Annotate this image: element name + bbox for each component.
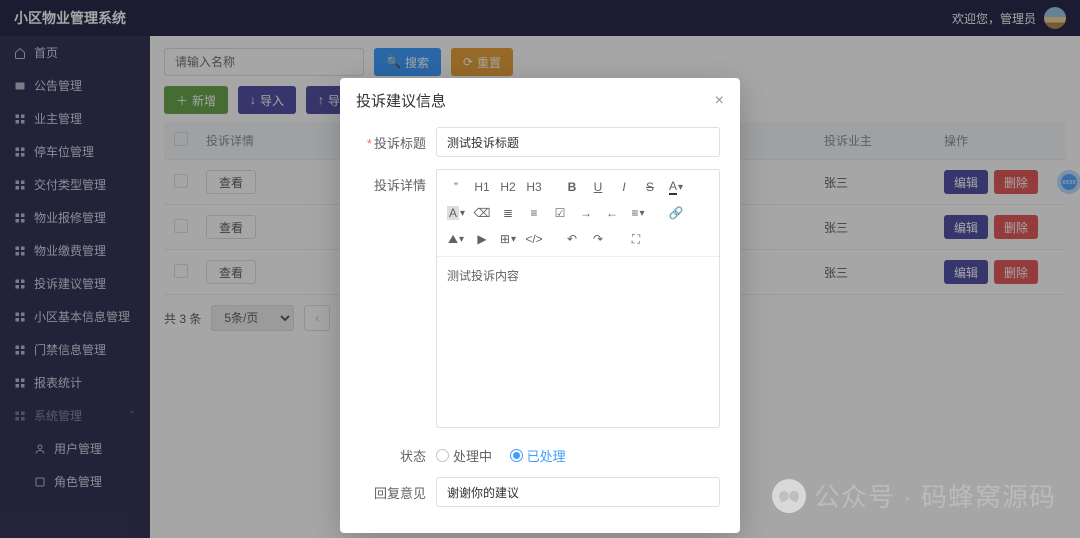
label-status: 状态 xyxy=(400,449,426,464)
editor-table-icon[interactable]: ⊞▾ xyxy=(495,226,521,252)
editor-h3-icon[interactable]: H3 xyxy=(521,174,547,200)
editor-bold-icon[interactable]: B xyxy=(559,174,585,200)
status-processing-radio[interactable]: 处理中 xyxy=(436,446,492,465)
editor-ul-icon[interactable]: ≡ xyxy=(521,200,547,226)
modal-title: 投诉建议信息 xyxy=(356,90,446,111)
editor-italic-icon[interactable]: I xyxy=(611,174,637,200)
editor-align-icon[interactable]: ≡▾ xyxy=(625,200,651,226)
editor-link-icon[interactable]: 🔗 xyxy=(663,200,689,226)
editor-code-icon[interactable]: </> xyxy=(521,226,547,252)
editor-quote-icon[interactable]: ” xyxy=(443,174,469,200)
complaint-modal: 投诉建议信息 × *投诉标题 投诉详情 ” H1 H2 H3 B U xyxy=(340,78,740,533)
editor-bg-color-icon[interactable]: A▾ xyxy=(443,200,469,226)
status-done-radio[interactable]: 已处理 xyxy=(510,446,566,465)
editor-content[interactable]: 测试投诉内容 xyxy=(437,257,719,427)
editor-font-color-icon[interactable]: A▾ xyxy=(663,174,689,200)
editor-redo-icon[interactable]: ↷ xyxy=(585,226,611,252)
label-detail: 投诉详情 xyxy=(374,178,426,193)
editor-h2-icon[interactable]: H2 xyxy=(495,174,521,200)
editor-undo-icon[interactable]: ↶ xyxy=(559,226,585,252)
editor-fullscreen-icon[interactable]: ⛶ xyxy=(623,226,649,252)
editor-video-icon[interactable]: ▶ xyxy=(469,226,495,252)
close-icon[interactable]: × xyxy=(715,92,724,110)
required-mark: * xyxy=(367,136,372,151)
rich-editor: ” H1 H2 H3 B U I S A▾ A▾ ⌫ ≣ ≡ xyxy=(436,169,720,428)
label-title: 投诉标题 xyxy=(374,136,426,151)
editor-strike-icon[interactable]: S xyxy=(637,174,663,200)
title-input[interactable] xyxy=(436,127,720,157)
label-reply: 回复意见 xyxy=(374,486,426,501)
editor-toolbar: ” H1 H2 H3 B U I S A▾ A▾ ⌫ ≣ ≡ xyxy=(437,170,719,257)
editor-indent-out-icon[interactable]: ← xyxy=(599,200,625,226)
reply-input[interactable] xyxy=(436,477,720,507)
editor-checklist-icon[interactable]: ☑ xyxy=(547,200,573,226)
editor-h1-icon[interactable]: H1 xyxy=(469,174,495,200)
editor-underline-icon[interactable]: U xyxy=(585,174,611,200)
editor-indent-in-icon[interactable]: → xyxy=(573,200,599,226)
editor-ol-icon[interactable]: ≣ xyxy=(495,200,521,226)
editor-image-icon[interactable]: ⛰▾ xyxy=(443,226,469,252)
editor-eraser-icon[interactable]: ⌫ xyxy=(469,200,495,226)
